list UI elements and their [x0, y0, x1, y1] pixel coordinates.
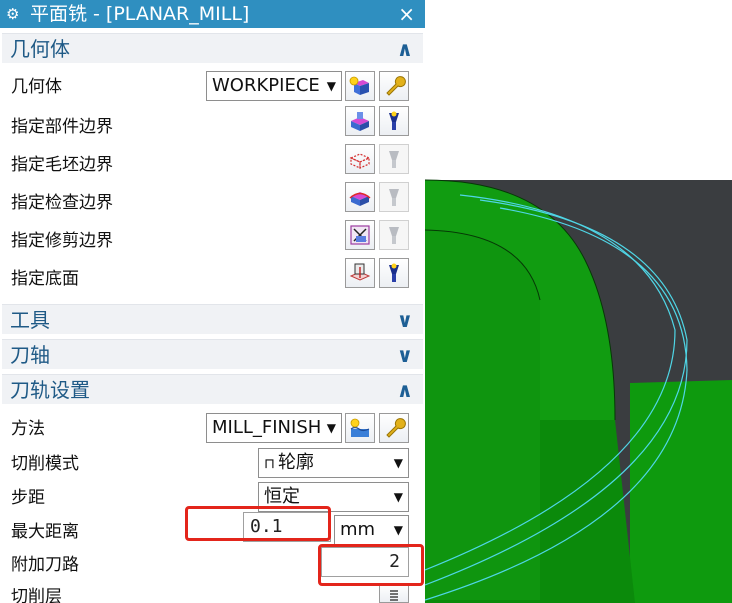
display-part-boundary-button[interactable] — [379, 106, 409, 136]
geometry-row-label: 指定修剪边界 — [11, 231, 113, 251]
max-distance-label: 最大距离 — [11, 522, 79, 542]
flashlight-icon — [389, 111, 399, 130]
trim-boundary-icon — [350, 225, 370, 245]
dialog-title-bar[interactable]: ⚙ 平面铣 - [PLANAR_MILL] × — [0, 0, 425, 28]
additional-passes-label: 附加刀路 — [11, 555, 79, 575]
display-check-boundary-button[interactable] — [379, 182, 409, 212]
distance-unit-select[interactable]: mm ▼ — [334, 515, 409, 545]
new-geometry-button[interactable] — [345, 71, 375, 101]
method-select-value: MILL_FINISH — [212, 417, 322, 438]
section-geometry-title: 几何体 — [10, 37, 70, 61]
select-part-boundary-button[interactable] — [345, 106, 375, 136]
section-path-settings-title: 刀轨设置 — [10, 378, 90, 402]
flashlight-icon — [389, 263, 399, 282]
flashlight-icon — [389, 189, 399, 206]
stepover-label: 步距 — [11, 488, 45, 508]
geometry-row-label: 指定部件边界 — [11, 117, 113, 137]
select-floor-button[interactable] — [345, 258, 375, 288]
flashlight-icon — [389, 227, 399, 244]
dropdown-arrow-icon: ▼ — [326, 421, 336, 435]
model-view — [424, 0, 732, 603]
display-blank-boundary-button[interactable] — [379, 144, 409, 174]
edit-geometry-button[interactable] — [379, 71, 409, 101]
flashlight-icon — [389, 151, 399, 168]
section-tool-header[interactable]: 工具 ∨ — [2, 304, 423, 334]
geometry-row-label: 指定毛坯边界 — [11, 155, 113, 175]
dropdown-arrow-icon: ▼ — [393, 456, 403, 470]
edit-method-button[interactable] — [379, 413, 409, 443]
cut-levels-button[interactable] — [379, 584, 409, 603]
cut-pattern-label: 切削模式 — [11, 454, 79, 474]
display-floor-button[interactable] — [379, 258, 409, 288]
geometry-label: 几何体 — [11, 77, 62, 97]
wrench-icon — [386, 76, 406, 96]
section-tool-axis-title: 刀轴 — [10, 343, 50, 367]
gear-icon: ⚙ — [6, 5, 20, 23]
dialog-title: 平面铣 - [PLANAR_MILL] — [30, 3, 250, 25]
chevron-up-icon[interactable]: ∧ — [397, 36, 413, 62]
geometry-row-label: 指定检查边界 — [11, 193, 113, 213]
chevron-down-icon[interactable]: ∨ — [397, 307, 413, 333]
close-button[interactable]: × — [398, 2, 415, 26]
new-method-icon — [350, 418, 370, 437]
graphics-viewport[interactable] — [424, 0, 732, 603]
section-tool-axis-header[interactable]: 刀轴 ∨ — [2, 339, 423, 369]
cut-levels-label: 切削层 — [11, 587, 62, 603]
geometry-select[interactable]: WORKPIECE ▼ — [206, 71, 342, 101]
dropdown-arrow-icon: ▼ — [393, 490, 403, 504]
dropdown-arrow-icon: ▼ — [326, 79, 336, 93]
check-boundary-icon — [349, 192, 371, 206]
blank-boundary-icon — [349, 153, 371, 169]
highlight-additional-passes — [318, 544, 424, 586]
new-method-button[interactable] — [345, 413, 375, 443]
highlight-max-distance — [185, 506, 331, 541]
method-label: 方法 — [11, 419, 45, 439]
select-check-boundary-button[interactable] — [345, 182, 375, 212]
section-tool-title: 工具 — [10, 308, 50, 332]
display-trim-boundary-button[interactable] — [379, 220, 409, 250]
floor-plane-icon — [349, 263, 371, 281]
geometry-select-value: WORKPIECE — [212, 75, 320, 96]
profile-pattern-icon: ⊓ — [264, 456, 275, 472]
section-geometry-header[interactable]: 几何体 ∧ — [2, 33, 423, 63]
geometry-row-label: 指定底面 — [11, 269, 79, 289]
chevron-up-icon[interactable]: ∧ — [397, 377, 413, 403]
layers-icon — [390, 590, 398, 601]
cut-pattern-select-value: 轮廓 — [277, 452, 314, 473]
part-boundary-icon — [351, 112, 369, 131]
select-blank-boundary-button[interactable] — [345, 144, 375, 174]
method-select[interactable]: MILL_FINISH ▼ — [206, 413, 342, 443]
chevron-down-icon[interactable]: ∨ — [397, 342, 413, 368]
new-geometry-icon — [349, 76, 369, 95]
select-trim-boundary-button[interactable] — [345, 220, 375, 250]
planar-mill-dialog: ⚙ 平面铣 - [PLANAR_MILL] × 几何体 ∧ 几何体 WORKPI… — [0, 0, 425, 603]
wrench-icon — [386, 418, 406, 438]
distance-unit-value: mm — [340, 519, 376, 540]
section-path-settings-header[interactable]: 刀轨设置 ∧ — [2, 374, 423, 404]
cut-pattern-select[interactable]: ⊓ 轮廓 ▼ — [258, 448, 409, 478]
dropdown-arrow-icon: ▼ — [393, 523, 403, 537]
